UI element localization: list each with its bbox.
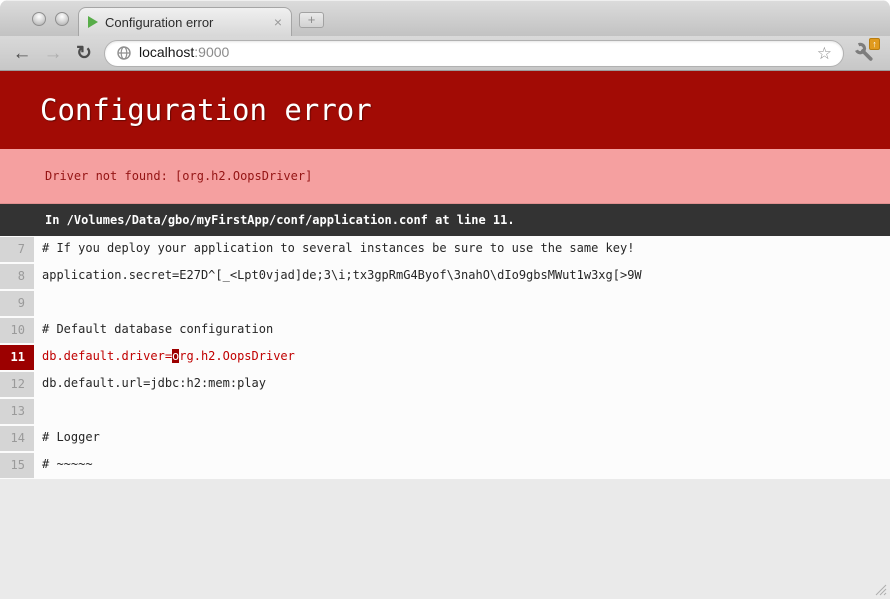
code-line: 14 # Logger bbox=[0, 425, 890, 452]
code-line: 7 # If you deploy your application to se… bbox=[0, 236, 890, 263]
reload-button[interactable]: ↻ bbox=[73, 44, 95, 63]
tab-close-icon[interactable]: × bbox=[274, 15, 282, 29]
forward-button[interactable]: → bbox=[42, 44, 64, 63]
line-text-error: db.default.driver=org.h2.OopsDriver bbox=[34, 344, 295, 371]
code-line: 13 bbox=[0, 398, 890, 425]
url-host: localhost bbox=[139, 44, 194, 60]
line-number: 10 bbox=[0, 317, 34, 344]
page-title: Configuration error bbox=[40, 93, 372, 127]
line-text: application.secret=E27D^[_<Lpt0vjad]de;3… bbox=[34, 263, 642, 290]
back-button[interactable]: ← bbox=[11, 44, 33, 63]
line-number: 7 bbox=[0, 236, 34, 263]
browser-toolbar: ← → ↻ localhost:9000 ☆ ↑ bbox=[0, 36, 890, 71]
line-number-error: 11 bbox=[0, 344, 34, 371]
line-number: 12 bbox=[0, 371, 34, 398]
url-text: localhost:9000 bbox=[139, 44, 229, 62]
error-line-post: rg.h2.OopsDriver bbox=[179, 349, 295, 363]
code-line-error: 11 db.default.driver=org.h2.OopsDriver bbox=[0, 344, 890, 371]
new-tab-button[interactable]: + bbox=[299, 12, 324, 28]
line-number: 8 bbox=[0, 263, 34, 290]
code-line: 15 # ~~~~~ bbox=[0, 452, 890, 479]
line-text: # If you deploy your application to seve… bbox=[34, 236, 634, 263]
page-content: Configuration error Driver not found: [o… bbox=[0, 71, 890, 599]
tab-strip: Configuration error × + bbox=[0, 0, 890, 36]
bookmark-star-icon[interactable]: ☆ bbox=[817, 45, 832, 62]
window-close-button[interactable] bbox=[32, 12, 46, 26]
chrome-menu-button[interactable]: ↑ bbox=[853, 40, 879, 66]
line-number: 9 bbox=[0, 290, 34, 317]
tab-title: Configuration error bbox=[105, 15, 267, 30]
globe-icon bbox=[116, 45, 132, 61]
window-minimize-button[interactable] bbox=[55, 12, 69, 26]
code-line: 9 bbox=[0, 290, 890, 317]
code-line: 10 # Default database configuration bbox=[0, 317, 890, 344]
window-resize-grip[interactable] bbox=[874, 583, 887, 596]
line-number: 14 bbox=[0, 425, 34, 452]
line-number: 13 bbox=[0, 398, 34, 425]
error-line-pre: db.default.driver= bbox=[42, 349, 172, 363]
error-header: Configuration error bbox=[0, 71, 890, 149]
line-text: # Default database configuration bbox=[34, 317, 273, 344]
address-bar[interactable]: localhost:9000 ☆ bbox=[104, 40, 844, 67]
code-line: 12 db.default.url=jdbc:h2:mem:play bbox=[0, 371, 890, 398]
browser-window: Configuration error × + ← → ↻ localhost:… bbox=[0, 0, 890, 599]
url-port: :9000 bbox=[194, 44, 229, 60]
line-text: db.default.url=jdbc:h2:mem:play bbox=[34, 371, 266, 398]
update-badge-icon: ↑ bbox=[869, 38, 880, 50]
error-location-bar: In /Volumes/Data/gbo/myFirstApp/conf/app… bbox=[0, 204, 890, 236]
play-favicon-icon bbox=[88, 16, 98, 28]
line-text bbox=[34, 290, 42, 317]
line-text bbox=[34, 398, 42, 425]
line-number: 15 bbox=[0, 452, 34, 479]
line-text: # ~~~~~ bbox=[34, 452, 93, 479]
browser-tab[interactable]: Configuration error × bbox=[78, 7, 292, 36]
line-text: # Logger bbox=[34, 425, 100, 452]
error-detail-banner: Driver not found: [org.h2.OopsDriver] bbox=[0, 149, 890, 204]
code-line: 8 application.secret=E27D^[_<Lpt0vjad]de… bbox=[0, 263, 890, 290]
source-code-listing: 7 # If you deploy your application to se… bbox=[0, 236, 890, 479]
